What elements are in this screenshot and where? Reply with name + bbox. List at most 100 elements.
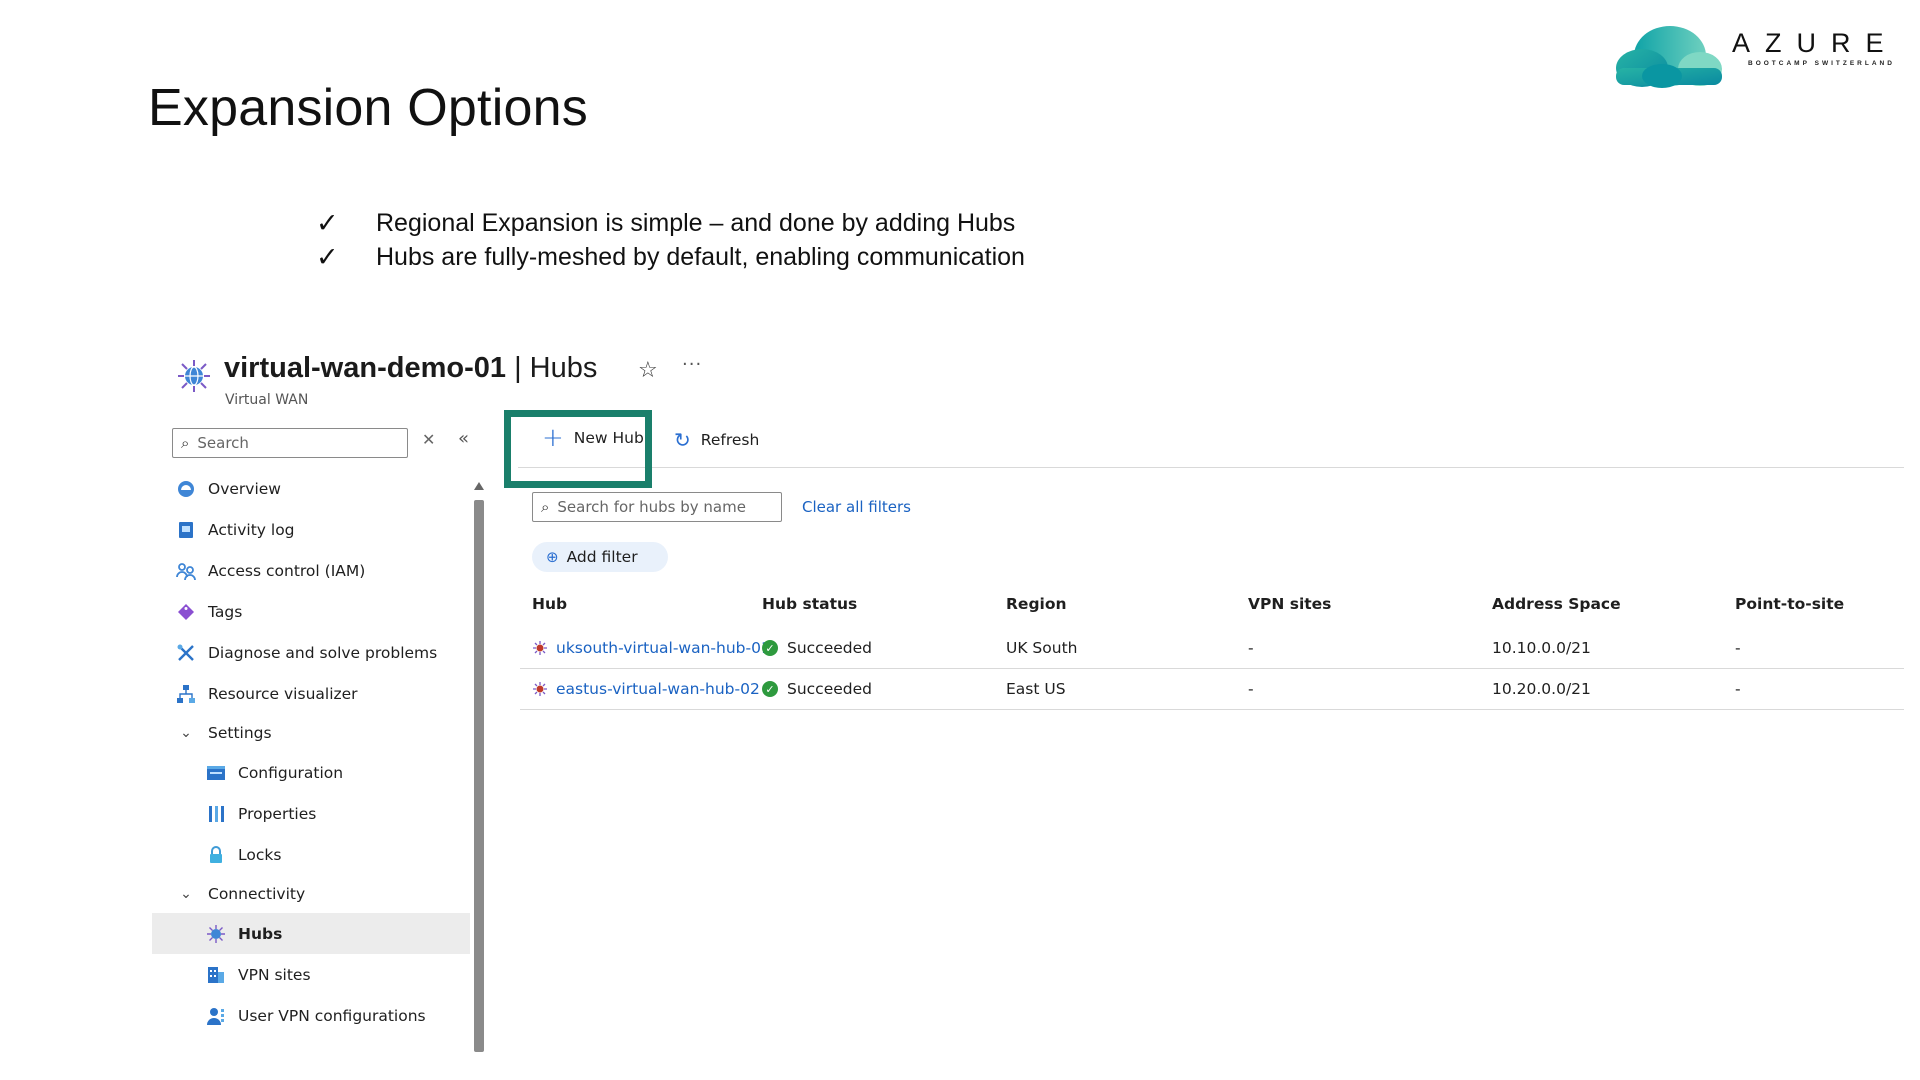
region-cell: East US [1006,680,1066,698]
title-separator: | [514,352,522,384]
nav-group-label: Settings [208,724,272,742]
nav-scrollbar[interactable] [474,482,484,1052]
overview-icon [176,479,196,499]
status-cell: ✓ Succeeded [762,680,1006,698]
checkmark-icon: ✓ [316,241,339,273]
scroll-up-arrow-icon[interactable] [474,482,484,490]
user-vpn-icon [206,1006,226,1026]
nav-search-placeholder: Search [197,434,249,452]
nav-item-label: VPN sites [238,965,311,984]
hub-search-input[interactable]: ⌕ Search for hubs by name [532,492,782,522]
nav-search-input[interactable]: ⌕ Search [172,428,408,458]
nav-item-locks[interactable]: Locks [152,834,470,875]
hubs-table: Hub Hub status Region VPN sites Address … [520,580,1904,710]
clear-all-filters-link[interactable]: Clear all filters [802,498,911,516]
column-header-vpn-sites[interactable]: VPN sites [1248,595,1492,613]
nav-item-label: Hubs [238,924,283,943]
hub-name-link[interactable]: eastus-virtual-wan-hub-02 [556,680,760,698]
column-header-hub[interactable]: Hub [520,595,762,613]
hub-resource-icon [532,640,548,656]
chevron-down-icon: ⌄ [180,886,192,902]
status-text: Succeeded [787,639,872,657]
table-row[interactable]: eastus-virtual-wan-hub-02 ✓ Succeeded Ea… [520,669,1904,710]
page-name: Hubs [529,352,598,384]
nav-group-settings[interactable]: ⌄ Settings [152,714,470,752]
configuration-icon [206,763,226,783]
nav-item-user-vpn-configurations[interactable]: User VPN configurations [152,995,470,1036]
nav-item-resource-visualizer[interactable]: Resource visualizer [152,673,470,714]
nav-item-overview[interactable]: Overview [152,468,470,509]
nav-item-label: Configuration [238,763,344,782]
bullet-text: Hubs are fully-meshed by default, enabli… [376,242,1025,271]
nav-item-label: Resource visualizer [208,684,358,703]
hub-cell: uksouth-virtual-wan-hub-01 [520,639,771,657]
activity-log-icon [176,520,196,540]
new-hub-highlight [504,410,652,488]
hub-name-link[interactable]: uksouth-virtual-wan-hub-01 [556,639,771,657]
nav-item-access-control[interactable]: Access control (IAM) [152,550,470,591]
clear-search-icon[interactable]: ✕ [422,430,435,449]
nav-item-label: Diagnose and solve problems [208,643,438,662]
hub-icon [206,924,226,944]
table-header: Hub Hub status Region VPN sites Address … [520,580,1904,628]
column-header-region[interactable]: Region [1006,595,1248,613]
nav-group-label: Connectivity [208,885,306,903]
refresh-label: Refresh [700,431,760,449]
column-header-hub-status[interactable]: Hub status [762,595,1006,613]
success-check-icon: ✓ [762,681,778,697]
nav-item-label: Access control (IAM) [208,561,366,580]
nav-item-label: Activity log [208,520,295,539]
scrollbar-thumb[interactable] [474,500,484,1052]
virtual-wan-icon [178,360,210,392]
add-filter-button[interactable]: ⊕ Add filter [532,542,668,572]
nav-item-label: Overview [208,479,281,498]
tag-icon [176,602,196,622]
hub-search-placeholder: Search for hubs by name [557,498,746,516]
nav-item-vpn-sites[interactable]: VPN sites [152,954,470,995]
resource-title: virtual-wan-demo-01 | Hubs [224,352,597,385]
column-header-point-to-site[interactable]: Point-to-site [1735,595,1895,613]
add-filter-label: Add filter [566,548,638,566]
nav-item-hubs[interactable]: Hubs [152,913,470,954]
vpn-sites-icon [206,965,226,985]
vpn-sites-cell: - [1248,680,1254,698]
properties-icon [206,804,226,824]
address-space-cell: 10.20.0.0/21 [1492,680,1591,698]
region-cell: UK South [1006,639,1078,657]
bullet-text: Regional Expansion is simple – and done … [376,208,1016,237]
point-to-site-cell: - [1735,639,1741,657]
bullet-item: ✓ Hubs are fully-meshed by default, enab… [316,240,1025,274]
more-options-button[interactable]: ··· [682,354,702,375]
column-header-address-space[interactable]: Address Space [1492,595,1735,613]
point-to-site-cell: - [1735,680,1741,698]
iam-icon [176,561,196,581]
command-bar: + New Hub ↻ Refresh [518,412,1904,468]
nav-item-label: Properties [238,804,317,823]
collapse-nav-icon[interactable]: « [458,428,469,449]
status-cell: ✓ Succeeded [762,639,1006,657]
visualizer-icon [176,684,196,704]
nav-item-label: Tags [208,602,243,621]
address-space-cell: 10.10.0.0/21 [1492,639,1591,657]
vpn-sites-cell: - [1248,639,1254,657]
bullet-item: ✓ Regional Expansion is simple – and don… [316,206,1025,240]
logo-subtitle: BOOTCAMP SWITZERLAND [1748,60,1895,67]
resource-name: virtual-wan-demo-01 [224,352,506,384]
resource-nav: Overview Activity log Access control (IA… [152,468,470,1036]
nav-item-configuration[interactable]: Configuration [152,752,470,793]
nav-item-properties[interactable]: Properties [152,793,470,834]
add-filter-icon: ⊕ [546,548,559,566]
azure-bootcamp-logo: AZURE BOOTCAMP SWITZERLAND [1608,14,1918,88]
refresh-button[interactable]: ↻ Refresh [674,428,759,452]
nav-item-diagnose[interactable]: Diagnose and solve problems [152,632,470,673]
nav-group-connectivity[interactable]: ⌄ Connectivity [152,875,470,913]
favorite-star-icon[interactable]: ☆ [638,358,658,383]
slide-title: Expansion Options [148,79,588,137]
table-row[interactable]: uksouth-virtual-wan-hub-01 ✓ Succeeded U… [520,628,1904,669]
nav-item-tags[interactable]: Tags [152,591,470,632]
azure-portal-screenshot: virtual-wan-demo-01 | Hubs Virtual WAN ☆… [152,352,1904,1052]
checkmark-icon: ✓ [316,207,339,239]
nav-item-activity-log[interactable]: Activity log [152,509,470,550]
hub-resource-icon [532,681,548,697]
bullet-list: ✓ Regional Expansion is simple – and don… [316,206,1025,274]
